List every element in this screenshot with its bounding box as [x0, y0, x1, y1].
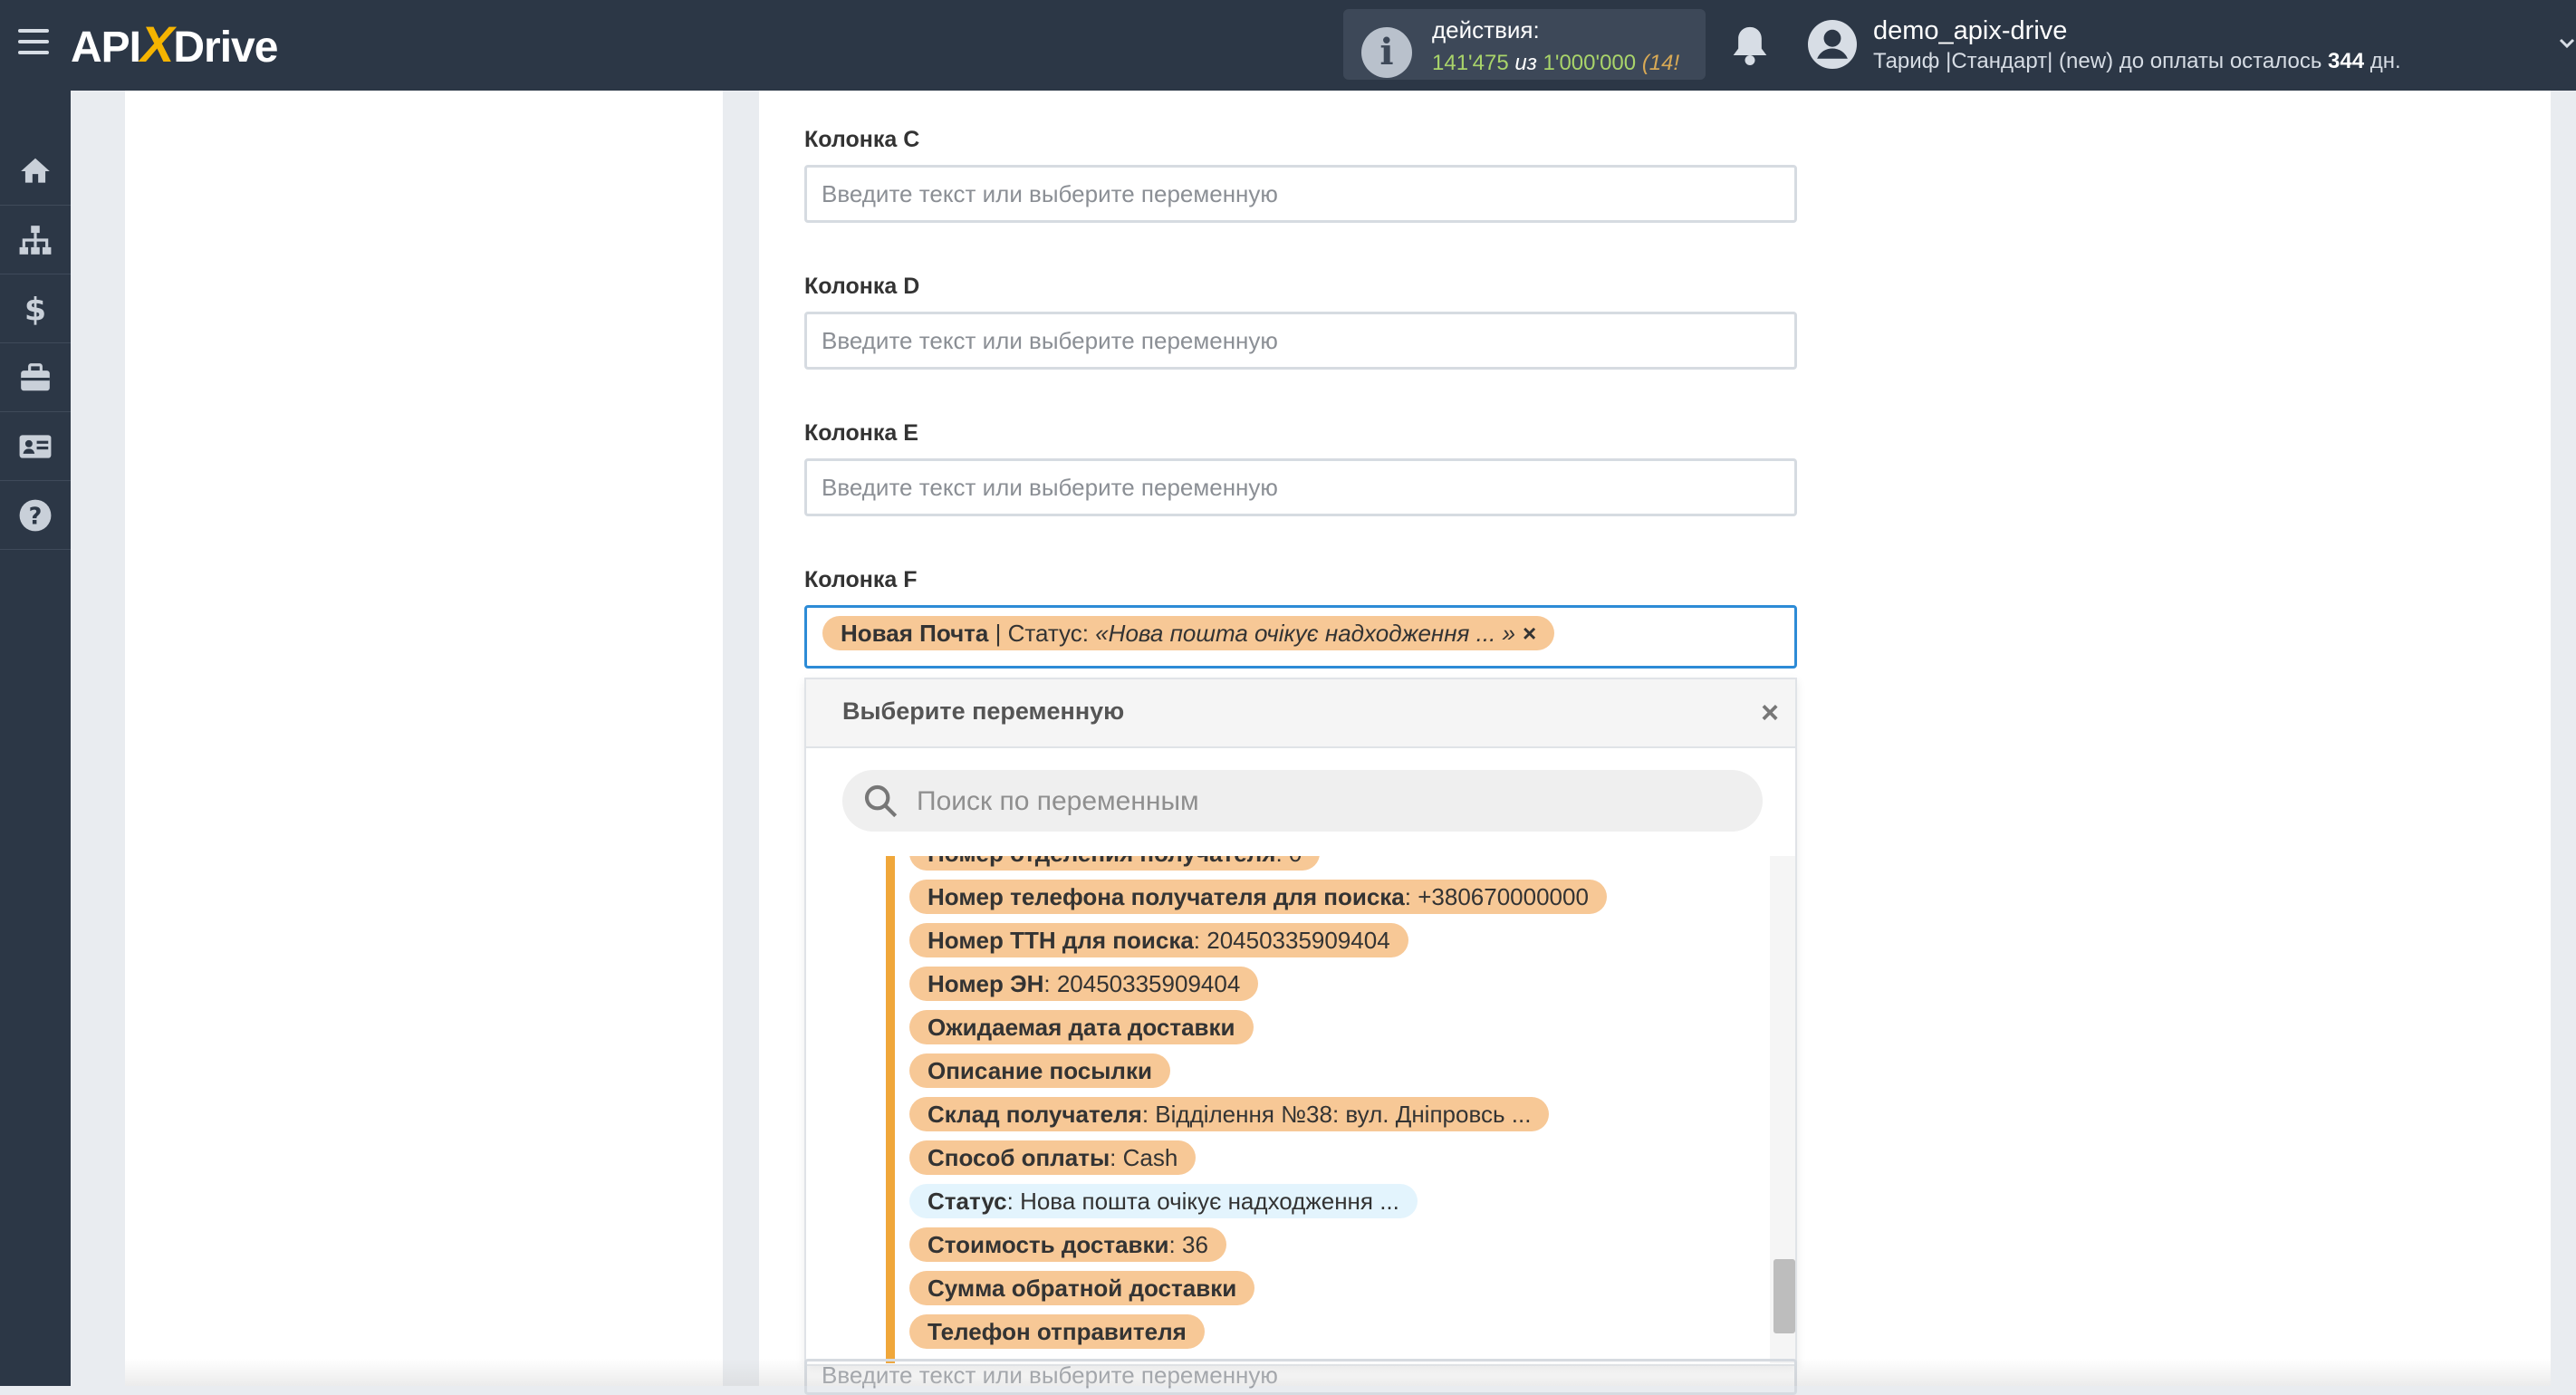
sidebar-item-billing[interactable]: $: [0, 275, 71, 343]
logo[interactable]: APIXDrive: [71, 18, 278, 74]
svg-text:?: ?: [29, 503, 43, 530]
sidebar-item-home[interactable]: [0, 138, 71, 206]
bottom-shade: [125, 1359, 2551, 1386]
search-icon: [864, 784, 898, 818]
sidebar: $ ?: [0, 91, 71, 1386]
avatar-icon[interactable]: [1808, 20, 1857, 69]
variable-item[interactable]: Склад получателя: Відділення №38: вул. Д…: [909, 1097, 1550, 1131]
help-icon: ?: [19, 499, 52, 532]
group-indicator: [886, 856, 895, 1363]
column-d-label: Колонка D: [804, 274, 920, 299]
sidebar-item-services[interactable]: [0, 344, 71, 412]
top-bar: APIXDrive i действия: 141'475 из 1'000'0…: [0, 0, 2576, 91]
panel-gap: [723, 91, 759, 1386]
sidebar-item-connections[interactable]: [0, 207, 71, 274]
variable-search[interactable]: [842, 770, 1763, 832]
menu-icon[interactable]: [18, 29, 49, 62]
svg-text:$: $: [24, 293, 46, 326]
dropdown-header: Выберите переменную ×: [806, 679, 1795, 748]
variable-item[interactable]: Телефон отправителя: [909, 1314, 1205, 1349]
variable-item[interactable]: Номер ТТН для поиска: 20450335909404: [909, 923, 1408, 957]
variable-item[interactable]: Номер отделения получателя: 0: [909, 856, 1321, 871]
variable-list: Номер отделения получателя: 0 Номер телеф…: [806, 856, 1766, 1363]
column-c-input[interactable]: [804, 165, 1797, 223]
column-e-label: Колонка E: [804, 420, 918, 446]
bell-icon[interactable]: [1730, 24, 1770, 67]
briefcase-icon: [21, 363, 50, 391]
left-panel: [125, 91, 723, 1386]
search-input[interactable]: [915, 777, 1734, 826]
variable-item[interactable]: Сумма обратной доставки: [909, 1271, 1255, 1305]
variable-item[interactable]: Ожидаемая дата доставки: [909, 1010, 1254, 1044]
actions-label: действия:: [1432, 16, 1540, 43]
variable-dropdown: Выберите переменную × Номер отделения по…: [804, 678, 1797, 1366]
tariff-info: Тариф |Стандарт| (new) до оплаты осталос…: [1873, 49, 2401, 73]
scrollbar-thumb[interactable]: [1773, 1259, 1795, 1333]
sidebar-item-contacts[interactable]: [0, 413, 71, 481]
column-c-label: Колонка C: [804, 127, 920, 152]
actions-count: 141'475 из 1'000'000 (14!: [1432, 51, 1680, 75]
variable-item[interactable]: Статус: Нова пошта очікує надходження ..…: [909, 1184, 1418, 1218]
chevron-down-icon[interactable]: [2558, 34, 2576, 53]
actions-counter[interactable]: i действия: 141'475 из 1'000'000 (14!: [1343, 9, 1706, 80]
column-f-label: Колонка F: [804, 567, 918, 592]
dropdown-title: Выберите переменную: [842, 698, 1125, 725]
variable-item[interactable]: Стоимость доставки: 36: [909, 1227, 1226, 1262]
variable-item[interactable]: Способ оплаты: Cash: [909, 1140, 1197, 1175]
contact-card-icon: [19, 435, 52, 458]
username[interactable]: demo_apix-drive: [1873, 16, 2067, 46]
variable-tag[interactable]: Новая Почта | Статус: «Нова пошта очікує…: [822, 616, 1555, 650]
variable-item[interactable]: Номер ЭН: 20450335909404: [909, 967, 1259, 1001]
tag-remove-icon[interactable]: ×: [1523, 620, 1536, 647]
dollar-icon: $: [24, 293, 46, 326]
close-icon[interactable]: ×: [1761, 696, 1779, 731]
home-icon: [21, 158, 50, 183]
column-e-input[interactable]: [804, 458, 1797, 516]
variable-item[interactable]: Номер телефона получателя для поиска: +3…: [909, 880, 1607, 914]
variable-item[interactable]: Описание посылки: [909, 1053, 1170, 1088]
column-d-input[interactable]: [804, 312, 1797, 370]
info-icon: i: [1361, 27, 1412, 78]
sitemap-icon: [19, 226, 52, 255]
sidebar-item-help[interactable]: ?: [0, 482, 71, 550]
